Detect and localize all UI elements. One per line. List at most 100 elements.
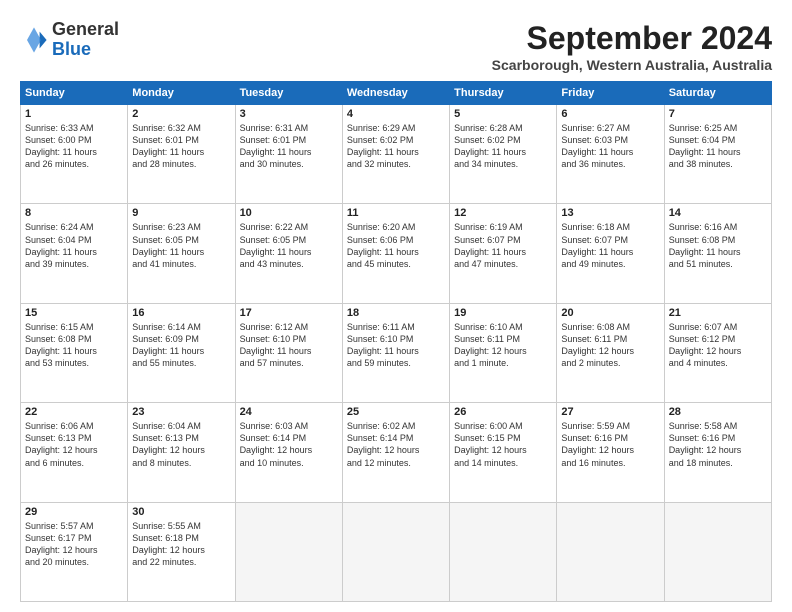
day-number: 7 — [669, 108, 767, 120]
day-number: 19 — [454, 307, 552, 319]
table-row: 20 Sunrise: 6:08 AM Sunset: 6:11 PM Dayli… — [557, 303, 664, 402]
header: General Blue September 2024 Scarborough,… — [20, 20, 772, 73]
table-row: 24 Sunrise: 6:03 AM Sunset: 6:14 PM Dayli… — [235, 403, 342, 502]
day-number: 17 — [240, 307, 338, 319]
table-row: 26 Sunrise: 6:00 AM Sunset: 6:15 PM Dayli… — [450, 403, 557, 502]
month-title: September 2024 — [492, 20, 772, 57]
day-info: Sunrise: 6:06 AM Sunset: 6:13 PM Dayligh… — [25, 420, 123, 469]
header-saturday: Saturday — [664, 82, 771, 105]
header-friday: Friday — [557, 82, 664, 105]
day-number: 12 — [454, 207, 552, 219]
day-info: Sunrise: 6:14 AM Sunset: 6:09 PM Dayligh… — [132, 321, 230, 370]
header-monday: Monday — [128, 82, 235, 105]
day-info: Sunrise: 5:59 AM Sunset: 6:16 PM Dayligh… — [561, 420, 659, 469]
day-info: Sunrise: 6:16 AM Sunset: 6:08 PM Dayligh… — [669, 221, 767, 270]
day-number: 10 — [240, 207, 338, 219]
day-info: Sunrise: 6:11 AM Sunset: 6:10 PM Dayligh… — [347, 321, 445, 370]
table-row: 12 Sunrise: 6:19 AM Sunset: 6:07 PM Dayli… — [450, 204, 557, 303]
table-row: 6 Sunrise: 6:27 AM Sunset: 6:03 PM Daylig… — [557, 105, 664, 204]
day-number: 25 — [347, 406, 445, 418]
table-row: 17 Sunrise: 6:12 AM Sunset: 6:10 PM Dayli… — [235, 303, 342, 402]
day-info: Sunrise: 6:12 AM Sunset: 6:10 PM Dayligh… — [240, 321, 338, 370]
logo-text: General Blue — [52, 20, 119, 60]
day-info: Sunrise: 6:32 AM Sunset: 6:01 PM Dayligh… — [132, 122, 230, 171]
table-row: 10 Sunrise: 6:22 AM Sunset: 6:05 PM Dayli… — [235, 204, 342, 303]
day-number: 6 — [561, 108, 659, 120]
day-info: Sunrise: 6:15 AM Sunset: 6:08 PM Dayligh… — [25, 321, 123, 370]
day-info: Sunrise: 6:20 AM Sunset: 6:06 PM Dayligh… — [347, 221, 445, 270]
table-row: 19 Sunrise: 6:10 AM Sunset: 6:11 PM Dayli… — [450, 303, 557, 402]
day-info: Sunrise: 5:55 AM Sunset: 6:18 PM Dayligh… — [132, 520, 230, 569]
table-row: 29Sunrise: 5:57 AM Sunset: 6:17 PM Dayli… — [21, 502, 128, 601]
table-row: 3Sunrise: 6:31 AM Sunset: 6:01 PM Daylig… — [235, 105, 342, 204]
day-info: Sunrise: 6:10 AM Sunset: 6:11 PM Dayligh… — [454, 321, 552, 370]
table-row: 9Sunrise: 6:23 AM Sunset: 6:05 PM Daylig… — [128, 204, 235, 303]
day-number: 24 — [240, 406, 338, 418]
table-row: 28Sunrise: 5:58 AM Sunset: 6:16 PM Dayli… — [664, 403, 771, 502]
table-row — [557, 502, 664, 601]
day-info: Sunrise: 6:03 AM Sunset: 6:14 PM Dayligh… — [240, 420, 338, 469]
table-row: 18 Sunrise: 6:11 AM Sunset: 6:10 PM Dayli… — [342, 303, 449, 402]
day-number: 8 — [25, 207, 123, 219]
day-number: 26 — [454, 406, 552, 418]
day-info: Sunrise: 6:25 AM Sunset: 6:04 PM Dayligh… — [669, 122, 767, 171]
day-number: 9 — [132, 207, 230, 219]
logo-general: General — [52, 19, 119, 39]
day-info: Sunrise: 6:02 AM Sunset: 6:14 PM Dayligh… — [347, 420, 445, 469]
day-info: Sunrise: 6:04 AM Sunset: 6:13 PM Dayligh… — [132, 420, 230, 469]
calendar-page: General Blue September 2024 Scarborough,… — [0, 0, 792, 612]
table-row: 21Sunrise: 6:07 AM Sunset: 6:12 PM Dayli… — [664, 303, 771, 402]
day-number: 16 — [132, 307, 230, 319]
weekday-header-row: Sunday Monday Tuesday Wednesday Thursday… — [21, 82, 772, 105]
day-number: 14 — [669, 207, 767, 219]
day-number: 5 — [454, 108, 552, 120]
day-info: Sunrise: 6:19 AM Sunset: 6:07 PM Dayligh… — [454, 221, 552, 270]
table-row: 4 Sunrise: 6:29 AM Sunset: 6:02 PM Daylig… — [342, 105, 449, 204]
table-row — [664, 502, 771, 601]
table-row: 15 Sunrise: 6:15 AM Sunset: 6:08 PM Dayli… — [21, 303, 128, 402]
day-info: Sunrise: 6:07 AM Sunset: 6:12 PM Dayligh… — [669, 321, 767, 370]
header-sunday: Sunday — [21, 82, 128, 105]
table-row: 23 Sunrise: 6:04 AM Sunset: 6:13 PM Dayli… — [128, 403, 235, 502]
day-info: Sunrise: 6:00 AM Sunset: 6:15 PM Dayligh… — [454, 420, 552, 469]
calendar-table: Sunday Monday Tuesday Wednesday Thursday… — [20, 81, 772, 602]
day-number: 1 — [25, 108, 123, 120]
day-number: 29 — [25, 506, 123, 518]
day-info: Sunrise: 6:27 AM Sunset: 6:03 PM Dayligh… — [561, 122, 659, 171]
day-info: Sunrise: 6:29 AM Sunset: 6:02 PM Dayligh… — [347, 122, 445, 171]
day-number: 28 — [669, 406, 767, 418]
day-number: 22 — [25, 406, 123, 418]
table-row — [450, 502, 557, 601]
day-number: 30 — [132, 506, 230, 518]
table-row: 5 Sunrise: 6:28 AM Sunset: 6:02 PM Daylig… — [450, 105, 557, 204]
table-row — [235, 502, 342, 601]
logo-blue: Blue — [52, 39, 91, 59]
table-row — [342, 502, 449, 601]
table-row: 25 Sunrise: 6:02 AM Sunset: 6:14 PM Dayli… — [342, 403, 449, 502]
header-tuesday: Tuesday — [235, 82, 342, 105]
day-info: Sunrise: 6:28 AM Sunset: 6:02 PM Dayligh… — [454, 122, 552, 171]
table-row: 2 Sunrise: 6:32 AM Sunset: 6:01 PM Daylig… — [128, 105, 235, 204]
table-row: 14 Sunrise: 6:16 AM Sunset: 6:08 PM Dayli… — [664, 204, 771, 303]
header-wednesday: Wednesday — [342, 82, 449, 105]
day-number: 13 — [561, 207, 659, 219]
table-row: 16 Sunrise: 6:14 AM Sunset: 6:09 PM Dayli… — [128, 303, 235, 402]
logo-icon — [20, 26, 48, 54]
day-number: 4 — [347, 108, 445, 120]
table-row: 7 Sunrise: 6:25 AM Sunset: 6:04 PM Daylig… — [664, 105, 771, 204]
day-number: 23 — [132, 406, 230, 418]
table-row: 27 Sunrise: 5:59 AM Sunset: 6:16 PM Dayli… — [557, 403, 664, 502]
day-number: 27 — [561, 406, 659, 418]
day-info: Sunrise: 6:22 AM Sunset: 6:05 PM Dayligh… — [240, 221, 338, 270]
day-number: 15 — [25, 307, 123, 319]
day-number: 18 — [347, 307, 445, 319]
day-info: Sunrise: 6:31 AM Sunset: 6:01 PM Dayligh… — [240, 122, 338, 171]
location: Scarborough, Western Australia, Australi… — [492, 57, 772, 73]
day-info: Sunrise: 6:08 AM Sunset: 6:11 PM Dayligh… — [561, 321, 659, 370]
day-number: 2 — [132, 108, 230, 120]
table-row: 13Sunrise: 6:18 AM Sunset: 6:07 PM Dayli… — [557, 204, 664, 303]
day-number: 20 — [561, 307, 659, 319]
table-row: 1Sunrise: 6:33 AM Sunset: 6:00 PM Daylig… — [21, 105, 128, 204]
table-row: 8Sunrise: 6:24 AM Sunset: 6:04 PM Daylig… — [21, 204, 128, 303]
table-row: 30 Sunrise: 5:55 AM Sunset: 6:18 PM Dayli… — [128, 502, 235, 601]
